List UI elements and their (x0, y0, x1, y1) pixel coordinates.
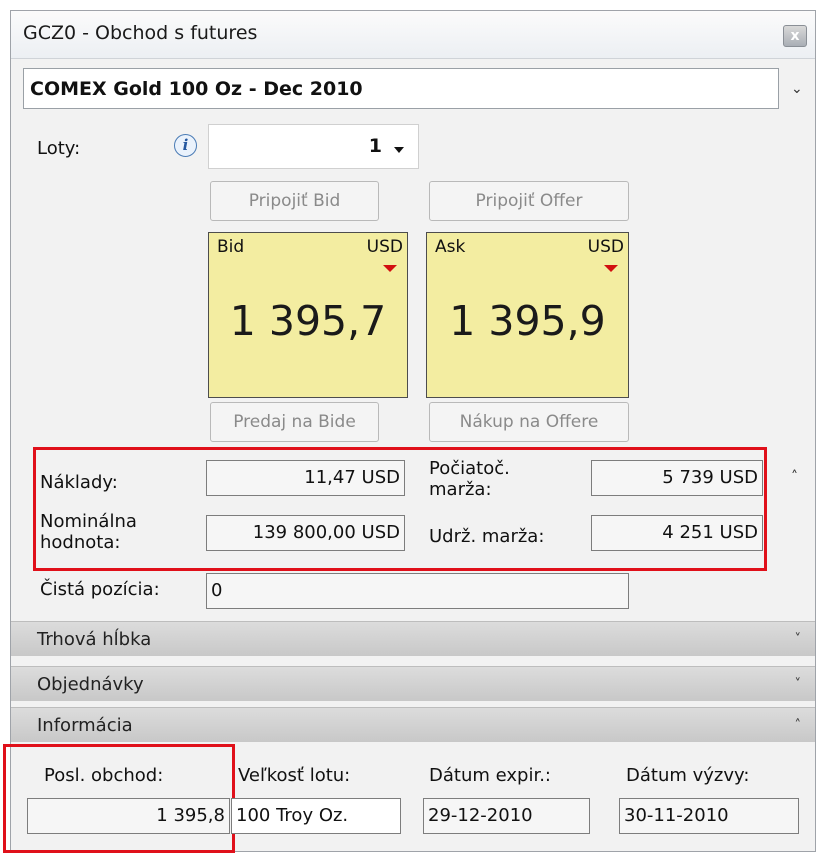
nominal-value: 139 800,00 USD (206, 515, 405, 551)
section-label: Trhová hĺbka (37, 629, 152, 650)
collapse-icon[interactable]: ˄ (791, 469, 798, 485)
chevron-down-icon[interactable]: ⌄ (791, 81, 803, 97)
section-label: Objednávky (37, 674, 144, 695)
initial-margin-value: 5 739 USD (591, 460, 763, 496)
last-trade-value: 1 395,8 (27, 798, 230, 834)
initial-margin-label: Počiatoč. marža: (429, 458, 510, 500)
join-offer-button[interactable]: Pripojiť Offer (429, 181, 629, 221)
bid-currency: USD (366, 237, 403, 257)
lot-size-label: Veľkosť lotu: (238, 765, 351, 786)
net-position-label: Čistá pozícia: (40, 579, 160, 600)
bid-price: 1 395,7 (229, 297, 387, 345)
section-market-depth[interactable]: Trhová hĺbka ˅ (11, 621, 815, 656)
trend-down-icon (383, 265, 397, 272)
chevron-up-icon: ˄ (794, 718, 802, 733)
chevron-down-icon: ˅ (794, 677, 802, 692)
net-position-value: 0 (206, 573, 629, 609)
maintenance-margin-value: 4 251 USD (591, 515, 763, 551)
expiry-date-value: 29-12-2010 (423, 798, 590, 834)
trend-down-icon (604, 265, 618, 272)
buy-on-offer-button[interactable]: Nákup na Offere (429, 402, 629, 442)
chevron-down-icon: ˅ (794, 632, 802, 647)
instrument-select[interactable]: COMEX Gold 100 Oz - Dec 2010 (23, 68, 779, 109)
bid-label: Bid (217, 237, 245, 257)
ask-label: Ask (435, 237, 466, 257)
dropdown-arrow-icon (394, 147, 404, 153)
ask-quote-tile[interactable]: Ask USD 1 395,9 (426, 232, 629, 398)
ask-price: 1 395,9 (449, 297, 606, 345)
section-orders[interactable]: Objednávky ˅ (11, 666, 815, 701)
join-bid-button[interactable]: Pripojiť Bid (210, 181, 379, 221)
call-date-value: 30-11-2010 (619, 798, 799, 834)
ask-currency: USD (587, 237, 624, 257)
lots-value: 1 (368, 135, 382, 157)
title-bar[interactable]: GCZ0 - Obchod s futures x (11, 11, 815, 59)
call-date-label: Dátum výzvy: (626, 765, 750, 786)
sell-on-bid-button[interactable]: Predaj na Bide (210, 402, 379, 442)
bid-quote-tile[interactable]: Bid USD 1 395,7 (208, 232, 408, 398)
section-information[interactable]: Informácia ˄ (11, 707, 815, 742)
lots-dropdown[interactable]: 1 (208, 124, 419, 169)
last-trade-label: Posl. obchod: (44, 765, 164, 786)
section-label: Informácia (37, 715, 133, 736)
nominal-value-label: Nominálna hodnota: (40, 511, 137, 553)
close-icon[interactable]: x (783, 25, 807, 47)
expiry-date-label: Dátum expir.: (429, 765, 551, 786)
info-icon[interactable]: i (174, 134, 197, 157)
lots-label: Loty: (37, 138, 81, 159)
futures-trade-window: GCZ0 - Obchod s futures x COMEX Gold 100… (3, 10, 816, 853)
costs-value: 11,47 USD (206, 460, 405, 496)
maintenance-margin-label: Udrž. marža: (429, 526, 545, 547)
lot-size-value: 100 Troy Oz. (231, 798, 401, 834)
window-title: GCZ0 - Obchod s futures (23, 22, 258, 44)
costs-label: Náklady: (40, 472, 118, 493)
